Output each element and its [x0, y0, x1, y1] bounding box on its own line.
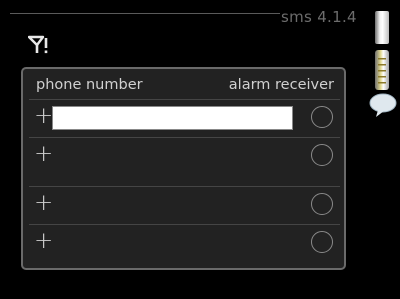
title-divider	[10, 13, 280, 14]
phone-number-header: phone number	[36, 77, 143, 93]
scrollbar-track-top[interactable]	[375, 11, 389, 44]
table-row: +	[25, 224, 342, 262]
phone-number-input[interactable]	[52, 106, 293, 130]
table-row: +	[25, 186, 342, 224]
alarm-receiver-header: alarm receiver	[228, 77, 334, 93]
row-divider	[29, 99, 340, 100]
phone-number-panel: phone number alarm receiver + + + +	[21, 67, 346, 270]
table-row: +	[25, 137, 342, 175]
add-number-plus[interactable]: +	[34, 143, 53, 166]
alarm-receiver-radio[interactable]	[311, 144, 333, 166]
antenna-signal-icon	[28, 35, 48, 54]
add-number-plus[interactable]: +	[34, 105, 53, 128]
add-number-plus[interactable]: +	[34, 192, 53, 215]
alarm-receiver-radio[interactable]	[311, 231, 333, 253]
speech-bubble-icon[interactable]	[368, 92, 398, 118]
scroll-knob-grip-icon	[378, 58, 386, 84]
row-divider	[29, 186, 340, 187]
scrollbar-knob[interactable]	[375, 50, 389, 90]
row-divider	[29, 224, 340, 225]
alarm-receiver-radio[interactable]	[311, 193, 333, 215]
table-header: phone number alarm receiver	[23, 69, 344, 99]
sms-settings-screen: sms 4.1.4 phone number alarm receiver + …	[0, 0, 400, 299]
row-divider	[29, 137, 340, 138]
menu-number-label: sms 4.1.4	[281, 8, 357, 26]
table-row: +	[25, 99, 342, 137]
alarm-receiver-radio[interactable]	[311, 106, 333, 128]
add-number-plus[interactable]: +	[34, 230, 53, 253]
